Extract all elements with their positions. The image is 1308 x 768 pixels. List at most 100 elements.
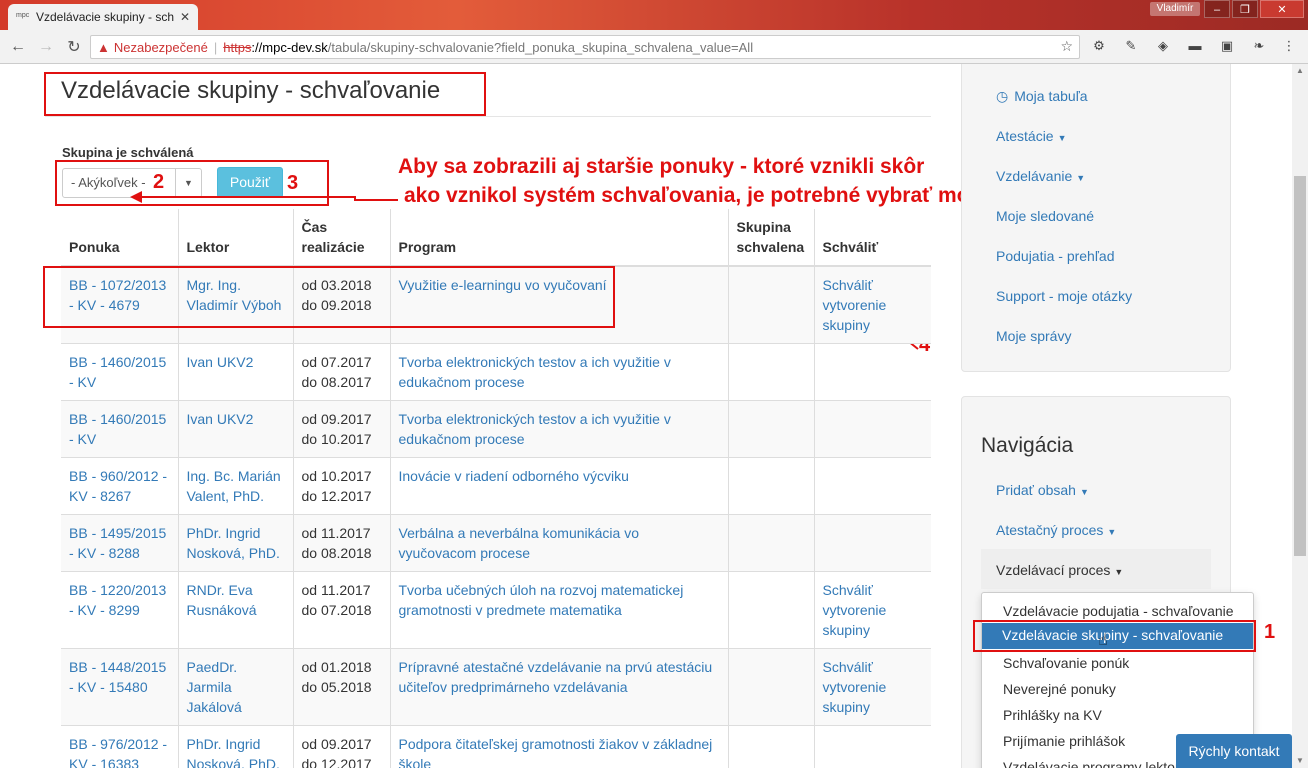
- address-bar[interactable]: ▲ Nezabezpečené | https ://mpc-dev.sk /t…: [90, 35, 1080, 59]
- annotation-number-2: 2: [153, 171, 165, 193]
- cas-od: od 01.2018: [301, 659, 372, 675]
- dropdown-item-podujatia[interactable]: Vzdelávacie podujatia - schvaľovanie: [1003, 603, 1234, 619]
- lektor-link[interactable]: PhDr. Ingrid Nosková, PhD.: [187, 736, 280, 768]
- dropdown-item-programy-lektora[interactable]: Vzdelávacie programy lektora: [1003, 759, 1187, 768]
- program-link[interactable]: Tvorba elektronických testov a ich využi…: [399, 411, 671, 447]
- ponuka-link[interactable]: BB - 960/2012 - KV - 8267: [69, 468, 167, 504]
- dashboard-icon: ◷: [996, 88, 1009, 104]
- ponuka-link[interactable]: BB - 1220/2013 - KV - 8299: [69, 582, 166, 618]
- sidebar-item-vzdelavanie[interactable]: Vzdelávanie ▼: [996, 168, 1085, 184]
- chevron-down-icon: ▼: [175, 169, 201, 197]
- approve-link[interactable]: Schváliť vytvorenie skupiny: [823, 277, 887, 333]
- program-link[interactable]: Tvorba elektronických testov a ich využi…: [399, 354, 671, 390]
- url-host: ://mpc-dev.sk: [251, 39, 328, 55]
- cell-ponuka: BB - 960/2012 - KV - 8267: [61, 457, 178, 515]
- sidebar-item-atestacie[interactable]: Atestácie ▼: [996, 128, 1067, 144]
- table-row: BB - 1448/2015 - KV - 15480 PaedDr. Jarmi…: [61, 648, 931, 726]
- nav-item-atestacny-proces[interactable]: Atestačný proces ▼: [996, 522, 1116, 538]
- lektor-link[interactable]: PhDr. Ingrid Nosková, PhD.: [187, 525, 280, 561]
- scroll-down-icon[interactable]: ▼: [1292, 754, 1308, 768]
- ponuka-link[interactable]: BB - 1460/2015 - KV: [69, 411, 166, 447]
- extension-pdf-icon[interactable]: ▣: [1218, 37, 1236, 55]
- cas-od: od 10.2017: [301, 468, 372, 484]
- lektor-link[interactable]: Ing. Bc. Marián Valent, PhD.: [187, 468, 281, 504]
- tab-favicon: mpc: [16, 12, 30, 19]
- cell-schvalena: [727, 648, 814, 726]
- ponuka-link[interactable]: BB - 1460/2015 - KV: [69, 354, 166, 390]
- approve-link[interactable]: Schváliť vytvorenie skupiny: [823, 659, 887, 715]
- page-content: Vzdelávacie skupiny - schvaľovanie Skupi…: [0, 64, 1308, 768]
- sidebar-item-label: Vzdelávanie: [996, 168, 1073, 184]
- extension-bar-icon[interactable]: ▬: [1186, 37, 1204, 55]
- extension-pen-icon[interactable]: ✎: [1122, 37, 1140, 55]
- column-header-lektor[interactable]: Lektor: [177, 209, 293, 267]
- dropdown-item-prihlasky[interactable]: Prihlášky na KV: [1003, 707, 1102, 723]
- bookmark-star-icon[interactable]: ☆: [1060, 38, 1073, 55]
- dropdown-item-schvalovanie-ponuk[interactable]: Schvaľovanie ponúk: [1003, 655, 1129, 671]
- apply-button[interactable]: Použiť: [217, 167, 283, 198]
- reload-icon[interactable]: ↻: [60, 37, 88, 57]
- back-icon[interactable]: ←: [4, 38, 32, 56]
- nav-item-vzdelavaci-proces[interactable]: Vzdelávací proces ▼: [996, 562, 1123, 578]
- filter-label: Skupina je schválená: [62, 145, 194, 160]
- scrollbar-thumb[interactable]: [1294, 176, 1306, 556]
- cell-program: Tvorba elektronických testov a ich využi…: [389, 400, 728, 458]
- menu-dots-icon[interactable]: ⋮: [1280, 37, 1298, 55]
- ponuka-link[interactable]: BB - 1448/2015 - KV - 15480: [69, 659, 166, 695]
- cas-do: do 08.2017: [301, 374, 372, 390]
- annotation-number-3: 3: [287, 172, 299, 194]
- sidebar-item-podujatia[interactable]: Podujatia - prehľad: [996, 248, 1115, 264]
- tab-close-icon[interactable]: ✕: [180, 10, 190, 24]
- lektor-link[interactable]: RNDr. Eva Rusnáková: [187, 582, 257, 618]
- program-link[interactable]: Podpora čitateľskej gramotnosti žiakov v…: [399, 736, 713, 768]
- program-link[interactable]: Inovácie v riadení odborného výcviku: [399, 468, 629, 484]
- table-row: BB - 960/2012 - KV - 8267 Ing. Bc. Marián…: [61, 457, 931, 515]
- column-header-ponuka[interactable]: Ponuka: [61, 209, 178, 267]
- lektor-link[interactable]: PaedDr. Jarmila Jakálová: [187, 659, 242, 715]
- dropdown-item-neverejne-ponuky[interactable]: Neverejné ponuky: [1003, 681, 1116, 697]
- dropdown-item-prijimanie[interactable]: Prijímanie prihlášok: [1003, 733, 1125, 749]
- column-header-program[interactable]: Program: [389, 209, 728, 267]
- ponuka-link[interactable]: BB - 1495/2015 - KV - 8288: [69, 525, 166, 561]
- cell-cas: od 01.2018 do 05.2018: [292, 648, 390, 726]
- url-path: /tabula/skupiny-schvalovanie?field_ponuk…: [327, 39, 754, 55]
- minimize-icon[interactable]: –: [1204, 0, 1230, 18]
- profile-name[interactable]: Vladimír: [1150, 2, 1200, 16]
- caret-down-icon: ▼: [1107, 527, 1117, 537]
- extension-feather-icon[interactable]: ❧: [1250, 37, 1268, 55]
- table-row: BB - 1495/2015 - KV - 8288 PhDr. Ingrid N…: [61, 514, 931, 572]
- ponuka-link[interactable]: BB - 976/2012 - KV - 16383: [69, 736, 167, 768]
- lektor-link[interactable]: Ivan UKV2: [187, 411, 254, 427]
- quick-contact-button[interactable]: Rýchly kontakt: [1176, 734, 1292, 768]
- caret-down-icon: ▼: [1057, 133, 1067, 143]
- scroll-up-icon[interactable]: ▲: [1292, 64, 1308, 78]
- program-link[interactable]: Verbálna a neverbálna komunikácia vo vyu…: [399, 525, 640, 561]
- cell-ponuka: BB - 1460/2015 - KV: [61, 343, 178, 401]
- extension-gear-icon[interactable]: ⚙: [1090, 37, 1108, 55]
- sidebar-item-moja-tabula[interactable]: ◷ Moja tabuľa: [996, 88, 1088, 105]
- sidebar-item-moje-spravy[interactable]: Moje správy: [996, 328, 1071, 344]
- browser-tab[interactable]: mpc Vzdelávacie skupiny - schvaľovanie ✕: [8, 4, 198, 30]
- window-close-icon[interactable]: ✕: [1260, 0, 1304, 18]
- approval-filter-select[interactable]: - Akýkoľvek - ▼: [62, 168, 202, 198]
- extension-shield-icon[interactable]: ◈: [1154, 37, 1172, 55]
- sidebar-item-support[interactable]: Support - moje otázky: [996, 288, 1132, 304]
- cell-lektor: Ivan UKV2: [177, 343, 293, 401]
- cell-cas: od 09.2017 do 10.2017: [292, 400, 390, 458]
- nav-item-pridat-obsah[interactable]: Pridať obsah ▼: [996, 482, 1089, 498]
- cell-schvalena: [727, 571, 814, 649]
- sidebar-item-moje-sledovane[interactable]: Moje sledované: [996, 208, 1094, 224]
- program-link[interactable]: Prípravné atestačné vzdelávanie na prvú …: [399, 659, 713, 695]
- nav-item-label: Pridať obsah: [996, 482, 1076, 498]
- lektor-link[interactable]: Ivan UKV2: [187, 354, 254, 370]
- cas-od: od 09.2017: [301, 736, 372, 752]
- security-label[interactable]: Nezabezpečené: [114, 40, 208, 55]
- maximize-icon[interactable]: ❐: [1232, 0, 1258, 18]
- warning-icon[interactable]: ▲: [97, 40, 110, 55]
- column-header-cas[interactable]: Čas realizácie: [292, 209, 390, 267]
- column-header-schvalena[interactable]: Skupina schvalena: [727, 209, 814, 267]
- cell-lektor: Ing. Bc. Marián Valent, PhD.: [177, 457, 293, 515]
- forward-icon[interactable]: →: [32, 38, 60, 56]
- approve-link[interactable]: Schváliť vytvorenie skupiny: [823, 582, 887, 638]
- program-link[interactable]: Tvorba učebných úloh na rozvoj matematic…: [399, 582, 684, 618]
